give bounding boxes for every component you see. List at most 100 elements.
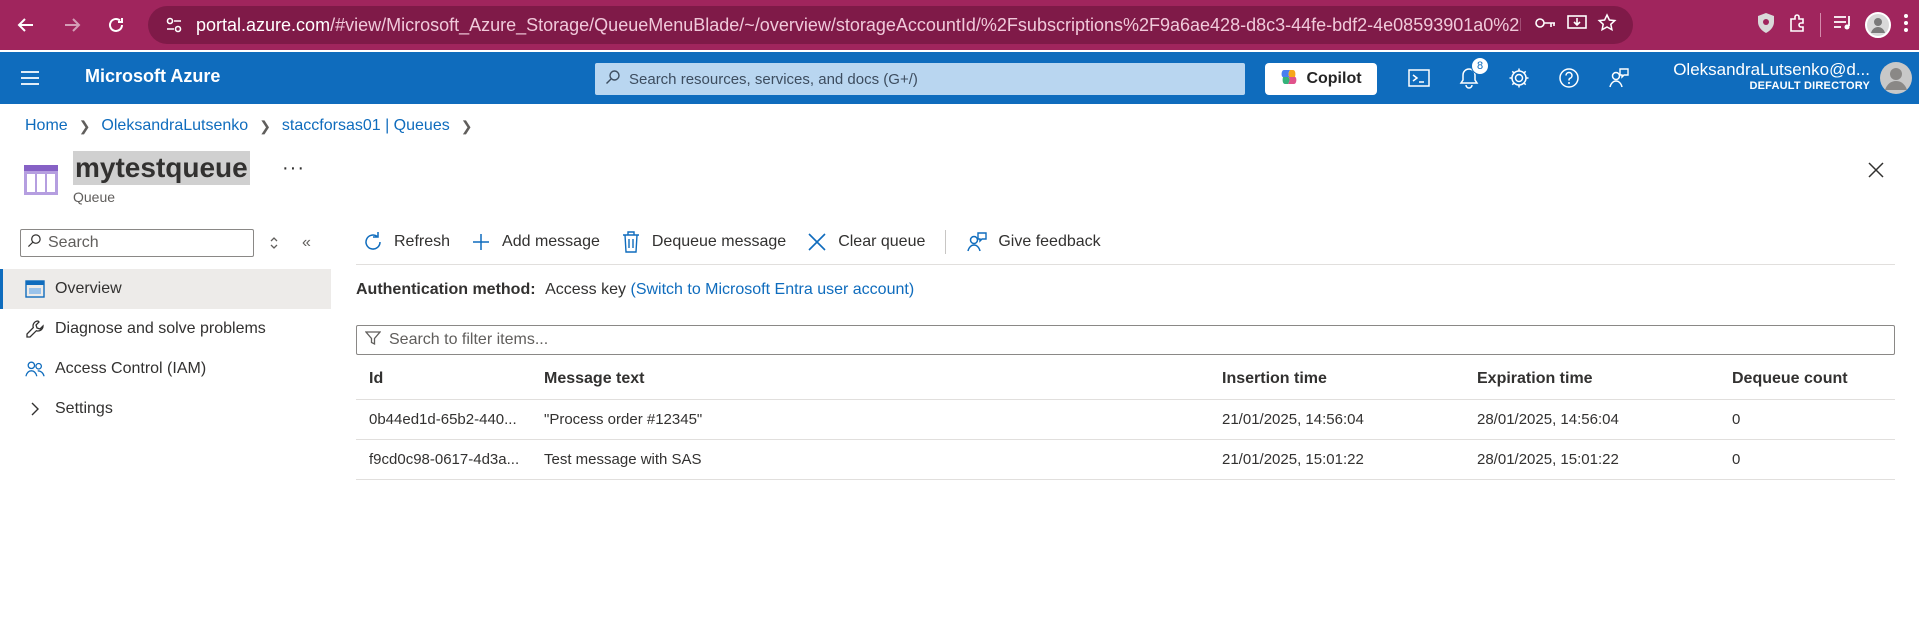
queue-overview-icon [25, 279, 45, 299]
nav-item-settings[interactable]: Settings [0, 389, 331, 429]
column-header-expiration-time[interactable]: Expiration time [1464, 370, 1719, 388]
give-feedback-label: Give feedback [998, 233, 1101, 250]
global-search-input[interactable] [629, 70, 1229, 88]
collapse-menu-icon[interactable]: « [302, 234, 311, 252]
menu-search[interactable] [20, 229, 254, 257]
site-info-icon[interactable] [156, 16, 192, 34]
nav-item-label: Diagnose and solve problems [55, 320, 266, 337]
add-message-button[interactable]: Add message [470, 231, 600, 253]
account-avatar-icon[interactable] [1880, 62, 1912, 94]
copilot-label: Copilot [1306, 70, 1362, 87]
url-text: portal.azure.com/#view/Microsoft_Azure_S… [196, 15, 1521, 36]
copilot-button[interactable]: Copilot [1265, 63, 1377, 95]
cell-id: 0b44ed1d-65b2-440... [369, 411, 517, 428]
close-icon[interactable] [1864, 158, 1888, 182]
account-directory: DEFAULT DIRECTORY [1749, 80, 1870, 92]
table-row[interactable]: 0b44ed1d-65b2-440... "Process order #123… [356, 400, 1895, 440]
sort-updown-icon[interactable] [266, 235, 282, 251]
nav-item-iam[interactable]: Access Control (IAM) [0, 349, 331, 389]
chrome-divider [1820, 13, 1821, 37]
add-message-label: Add message [502, 233, 600, 250]
address-bar[interactable]: portal.azure.com/#view/Microsoft_Azure_S… [148, 6, 1633, 44]
nav-item-label: Access Control (IAM) [55, 360, 207, 377]
auth-label: Authentication method: [356, 281, 536, 298]
chevron-right-icon: ❯ [460, 117, 473, 134]
breadcrumb-queues[interactable]: staccforsas01 | Queues [282, 117, 450, 135]
cell-expiration-time: 28/01/2025, 15:01:22 [1477, 451, 1619, 468]
cell-message-text: Test message with SAS [544, 451, 702, 468]
cell-id: f9cd0c98-0617-4d3a... [369, 451, 520, 468]
column-header-message-text[interactable]: Message text [531, 370, 1209, 388]
help-question-icon[interactable] [1555, 64, 1583, 92]
copilot-icon [1280, 68, 1298, 91]
breadcrumb-home[interactable]: Home [25, 117, 68, 135]
more-options-button[interactable]: ··· [282, 157, 305, 180]
cell-dequeue-count: 0 [1732, 451, 1741, 468]
nav-item-diagnose[interactable]: Diagnose and solve problems [0, 309, 331, 349]
browser-toolbar: portal.azure.com/#view/Microsoft_Azure_S… [0, 0, 1919, 50]
media-queue-icon[interactable] [1833, 14, 1853, 37]
clear-queue-button[interactable]: Clear queue [806, 231, 925, 253]
dequeue-message-button[interactable]: Dequeue message [620, 231, 786, 253]
cell-insertion-time: 21/01/2025, 14:56:04 [1222, 411, 1364, 428]
give-feedback-button[interactable]: Give feedback [966, 231, 1101, 253]
refresh-button[interactable]: Refresh [362, 231, 450, 253]
notifications-bell-icon[interactable]: 8 [1455, 57, 1489, 92]
toolbar-divider-line [356, 264, 1895, 265]
shield-extension-icon[interactable] [1756, 12, 1776, 39]
cell-expiration-time: 28/01/2025, 14:56:04 [1477, 411, 1619, 428]
filter-input[interactable] [389, 331, 1869, 349]
url-path: /#view/Microsoft_Azure_Storage/QueueMenu… [330, 14, 1521, 35]
switch-auth-link[interactable]: (Switch to Microsoft Entra user account) [630, 281, 914, 298]
extensions-puzzle-icon[interactable] [1788, 13, 1808, 38]
global-search[interactable] [595, 63, 1245, 95]
table-row[interactable]: f9cd0c98-0617-4d3a... Test message with … [356, 440, 1895, 480]
trash-icon [620, 231, 642, 253]
reload-button[interactable] [96, 5, 136, 45]
account-info[interactable]: OleksandraLutsenko@d... DEFAULT DIRECTOR… [1660, 60, 1870, 92]
portal-menu-icon[interactable] [18, 66, 42, 90]
profile-avatar-icon[interactable] [1865, 12, 1891, 38]
breadcrumb: Home ❯ OleksandraLutsenko ❯ staccforsas0… [25, 117, 483, 135]
chevron-right-icon [25, 399, 45, 419]
close-x-icon [806, 231, 828, 253]
people-icon [25, 359, 45, 379]
cloud-shell-icon[interactable] [1405, 64, 1433, 92]
back-button[interactable] [6, 5, 46, 45]
column-header-dequeue-count[interactable]: Dequeue count [1719, 370, 1895, 388]
bookmark-star-icon[interactable] [1597, 12, 1617, 38]
wrench-icon [25, 319, 45, 339]
breadcrumb-account[interactable]: OleksandraLutsenko [101, 117, 248, 135]
cell-dequeue-count: 0 [1732, 411, 1741, 428]
command-bar: Refresh Add message Dequeue message Clea… [362, 228, 1121, 256]
install-app-icon[interactable] [1567, 14, 1587, 37]
filter-box[interactable] [356, 325, 1895, 355]
forward-button[interactable] [52, 5, 92, 45]
column-header-insertion-time[interactable]: Insertion time [1209, 370, 1464, 388]
chevron-right-icon: ❯ [78, 117, 91, 134]
account-name: OleksandraLutsenko@d... [1673, 60, 1870, 79]
settings-gear-icon[interactable] [1505, 64, 1533, 92]
table-header-row: Id Message text Insertion time Expiratio… [356, 358, 1895, 400]
search-icon [605, 69, 621, 90]
notification-count-badge: 8 [1471, 57, 1489, 75]
auth-value: Access key [545, 281, 627, 298]
menu-search-input[interactable] [48, 234, 248, 252]
browser-menu-icon[interactable] [1903, 13, 1909, 38]
plus-icon [470, 231, 492, 253]
key-icon[interactable] [1535, 16, 1557, 35]
portal-brand[interactable]: Microsoft Azure [85, 66, 220, 87]
clear-queue-label: Clear queue [838, 233, 926, 250]
dequeue-message-label: Dequeue message [651, 233, 787, 250]
url-host: portal.azure.com [196, 14, 331, 35]
authentication-method: Authentication method: Access key (Switc… [356, 281, 914, 299]
search-icon [27, 233, 42, 253]
nav-item-label: Settings [55, 400, 113, 417]
toolbar-divider [945, 230, 947, 254]
column-header-id[interactable]: Id [356, 370, 531, 388]
feedback-person-icon[interactable] [1605, 64, 1633, 92]
queue-icon [24, 165, 58, 195]
feedback-icon [966, 231, 988, 253]
nav-item-overview[interactable]: Overview [0, 269, 331, 309]
refresh-label: Refresh [394, 233, 451, 250]
